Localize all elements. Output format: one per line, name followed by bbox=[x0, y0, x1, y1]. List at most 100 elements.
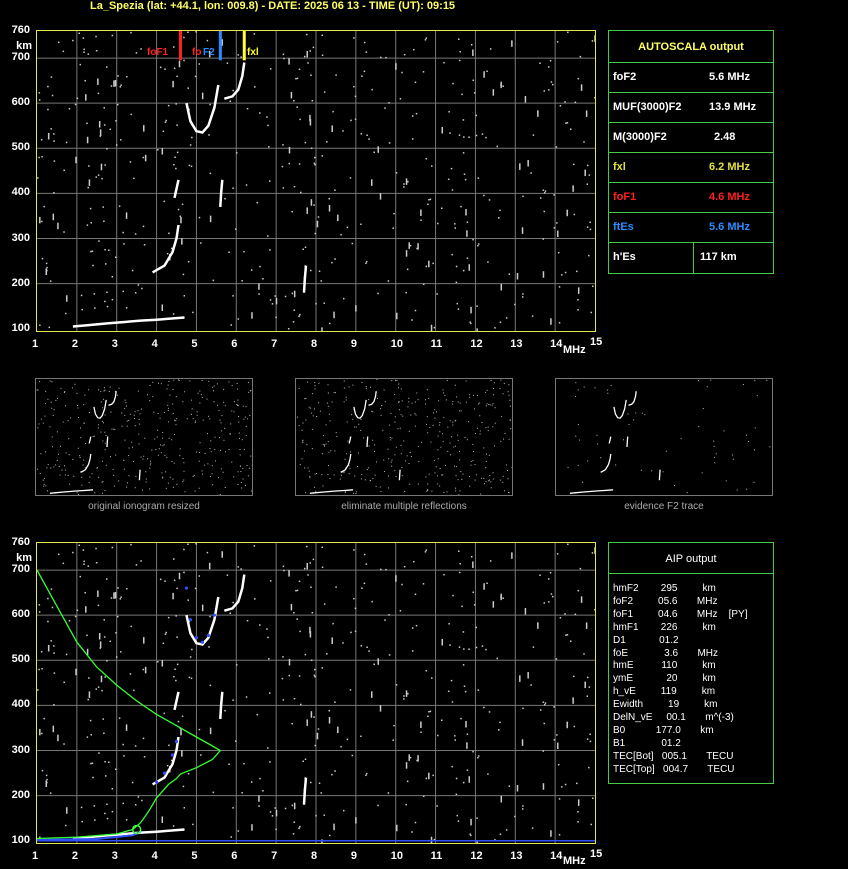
top-noise-dot bbox=[164, 68, 166, 70]
top-noise-dot bbox=[588, 254, 590, 257]
bottom-noise-dot bbox=[188, 676, 191, 679]
thumbnail-noise-dot bbox=[329, 478, 331, 480]
top-noise-dot bbox=[350, 119, 352, 122]
bottom-noise-dot bbox=[472, 591, 474, 594]
bottom-noise-dot bbox=[114, 768, 117, 771]
top-noise-dot bbox=[266, 116, 268, 118]
top-noise-dot bbox=[334, 189, 336, 191]
bottom-noise-dot bbox=[466, 769, 469, 771]
thumbnail-noise-dot bbox=[414, 401, 416, 403]
thumbnail-noise-dot bbox=[472, 443, 474, 445]
thumbnail-noise-dot bbox=[459, 490, 461, 492]
thumbnail-noise-dot bbox=[314, 388, 316, 390]
top-noise-dot bbox=[119, 86, 122, 88]
bottom-noise-dot bbox=[232, 601, 234, 604]
bottom-noise-dot bbox=[502, 597, 504, 599]
thumbnail-noise-dot bbox=[250, 455, 252, 457]
thumbnail-noise-dot bbox=[394, 454, 396, 456]
bottom-noise-dot bbox=[189, 656, 192, 658]
top-noise-dot bbox=[365, 262, 367, 265]
top-noise-dot bbox=[182, 273, 185, 276]
thumbnail-noise-dot bbox=[753, 481, 755, 483]
thumbnail-noise-dot bbox=[167, 482, 169, 484]
thumbnail-noise-dot bbox=[725, 480, 727, 482]
thumbnail-noise-dot bbox=[360, 478, 362, 480]
autoscala-row-fxl: fxl 6.2 MHz bbox=[609, 152, 773, 183]
bottom-noise-dot bbox=[430, 836, 433, 843]
thumbnail-trace bbox=[340, 453, 352, 473]
thumbnail-noise-dot bbox=[42, 422, 44, 424]
bottom-noise-dot bbox=[95, 547, 97, 550]
thumbnail-noise-dot bbox=[322, 485, 324, 487]
top-noise-dot bbox=[159, 66, 162, 69]
top-noise-dot bbox=[72, 39, 74, 42]
bottom-noise-dot bbox=[293, 697, 296, 700]
top-noise-dot bbox=[312, 46, 315, 49]
thumbnail-noise-dot bbox=[374, 474, 376, 476]
bottom-noise-dot bbox=[522, 707, 524, 710]
bottom-noise-dot bbox=[558, 798, 561, 800]
bottom-noise-dot bbox=[167, 616, 170, 619]
thumbnail-noise-dot bbox=[485, 427, 487, 429]
top-noise-dot bbox=[577, 287, 580, 294]
thumbnail-noise-dot bbox=[446, 491, 448, 493]
thumbnail-noise-dot bbox=[494, 422, 496, 424]
top-noise-dot bbox=[298, 163, 301, 165]
thumbnail-noise-dot bbox=[63, 391, 65, 393]
thumbnail-noise-dot bbox=[365, 388, 367, 390]
thumbnail-noise-dot bbox=[121, 425, 123, 427]
thumbnail-noise-dot bbox=[305, 397, 307, 399]
bottom-noise-dot bbox=[559, 617, 562, 619]
thumbnail-noise-dot bbox=[214, 436, 216, 438]
bottom-noise-dot bbox=[456, 814, 459, 817]
bottom-noise-dot bbox=[86, 634, 88, 637]
bottom-noise-dot bbox=[425, 669, 428, 672]
bottom-noise-dot bbox=[98, 633, 101, 640]
bottom-noise-dot bbox=[74, 615, 77, 618]
top-noise-dot bbox=[92, 264, 94, 267]
bottom-noise-dot bbox=[321, 667, 324, 669]
top-noise-dot bbox=[47, 85, 49, 88]
thumbnail-noise-dot bbox=[100, 401, 102, 403]
thumbnail-noise-dot bbox=[600, 457, 602, 459]
top-noise-dot bbox=[137, 284, 140, 286]
thumbnail-noise-dot bbox=[328, 405, 330, 407]
thumbnail-noise-dot bbox=[623, 439, 625, 441]
thumbnail-noise-dot bbox=[113, 428, 115, 430]
top-noise-dot bbox=[307, 62, 309, 64]
thumbnail-noise-dot bbox=[71, 387, 73, 389]
top-noise-dot bbox=[91, 250, 94, 252]
thumbnail-noise-dot bbox=[567, 467, 569, 469]
thumbnail-noise-dot bbox=[44, 415, 46, 417]
bottom-noise-dot bbox=[314, 744, 316, 747]
thumbnail-noise-dot bbox=[102, 492, 104, 494]
aip-divider bbox=[609, 573, 773, 574]
thumbnail-noise-dot bbox=[175, 418, 177, 420]
bottom-noise-dot bbox=[113, 592, 115, 599]
top-noise-dot bbox=[39, 216, 41, 224]
thumbnail-noise-dot bbox=[190, 413, 192, 415]
bottom-noise-dot bbox=[187, 772, 190, 775]
top-noise-dot bbox=[407, 180, 409, 183]
thumbnail-noise-dot bbox=[394, 416, 396, 418]
top-noise-dot bbox=[80, 294, 83, 297]
thumbnail-noise-dot bbox=[134, 411, 136, 413]
bottom-noise-dot bbox=[191, 648, 193, 651]
thumbnail-trace bbox=[108, 391, 117, 406]
bottom-noise-dot bbox=[303, 567, 306, 570]
bottom-noise-dot bbox=[268, 692, 271, 694]
thumbnail-noise-dot bbox=[449, 420, 451, 422]
top-noise-dot bbox=[50, 76, 53, 78]
top-noise-dot bbox=[45, 268, 47, 275]
thumbnail-noise-dot bbox=[633, 419, 635, 421]
thumbnail-noise-dot bbox=[455, 487, 457, 489]
top-noise-dot bbox=[38, 156, 40, 159]
top-noise-dot bbox=[209, 172, 212, 175]
autoscala-param-name: ftEs bbox=[613, 221, 634, 233]
thumbnail-noise-dot bbox=[196, 451, 198, 453]
thumbnail-noise-dot bbox=[443, 491, 445, 493]
top-noise-dot bbox=[331, 125, 333, 132]
thumbnail-noise-dot bbox=[479, 433, 481, 435]
thumbnail-noise-dot bbox=[468, 475, 470, 477]
thumbnail-noise-dot bbox=[298, 425, 300, 427]
